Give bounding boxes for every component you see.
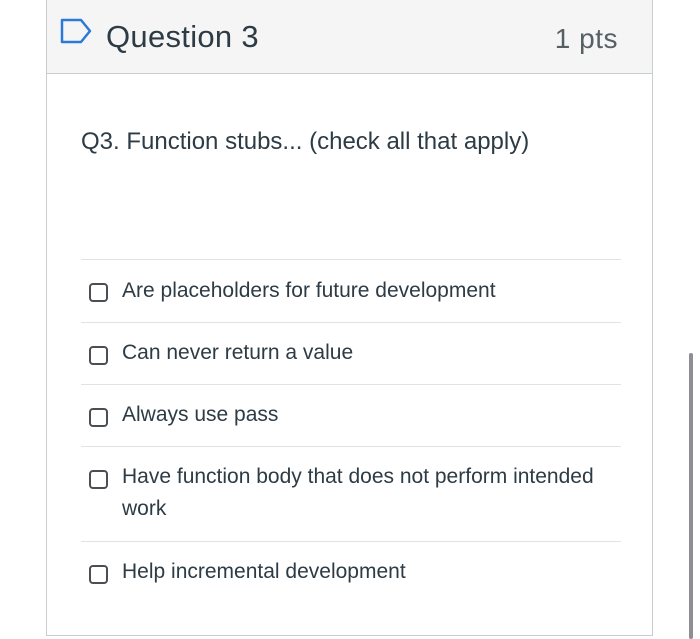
scrollbar[interactable] <box>689 353 693 639</box>
answer-option[interactable]: Are placeholders for future development <box>81 259 621 322</box>
answer-label: Have function body that does not perform… <box>122 465 594 520</box>
answer-label: Help incremental development <box>122 560 406 583</box>
checkbox[interactable] <box>89 470 108 489</box>
answer-option[interactable]: Can never return a value <box>81 322 621 384</box>
checkbox[interactable] <box>89 565 108 584</box>
answer-option[interactable]: Have function body that does not perform… <box>81 446 621 541</box>
checkbox[interactable] <box>89 408 108 427</box>
question-text: Q3. Function stubs... (check all that ap… <box>81 128 530 155</box>
checkbox[interactable] <box>89 283 108 302</box>
answer-label: Can never return a value <box>122 341 354 364</box>
question-title: Question 3 <box>106 19 259 54</box>
answer-list: Are placeholders for future development … <box>81 259 621 611</box>
answer-option[interactable]: Always use pass <box>81 384 621 446</box>
answer-label: Always use pass <box>122 403 279 426</box>
checkbox[interactable] <box>89 346 108 365</box>
flag-question-icon[interactable] <box>59 17 95 45</box>
question-points: 1 pts <box>554 23 618 54</box>
question-card: Question 3 1 pts Q3. Function stubs... (… <box>46 0 653 636</box>
answer-option[interactable]: Help incremental development <box>81 541 621 611</box>
question-header: Question 3 1 pts <box>47 0 652 74</box>
answer-label: Are placeholders for future development <box>122 279 496 302</box>
